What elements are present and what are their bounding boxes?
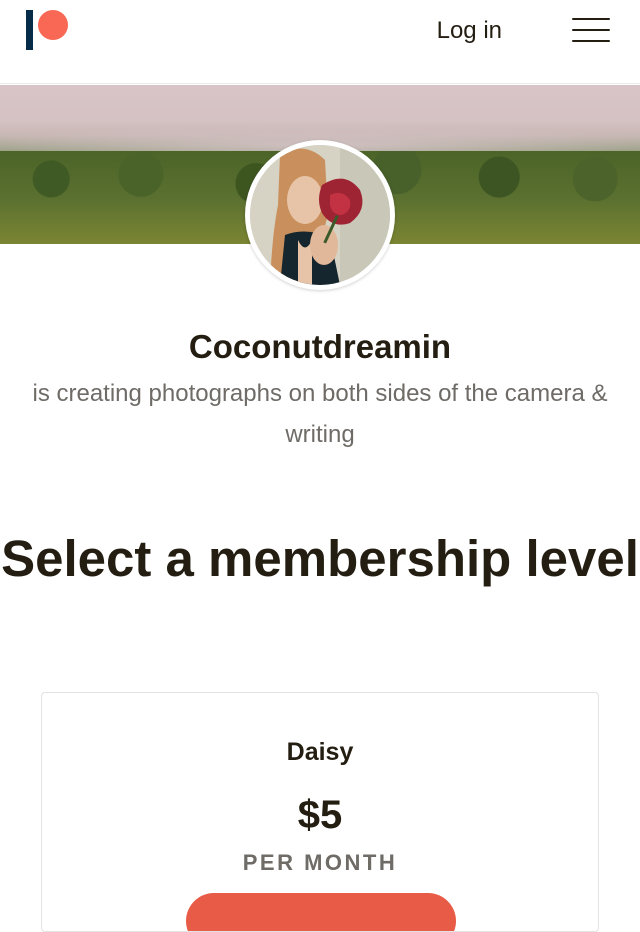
logo-bar (26, 10, 33, 50)
join-tier-button[interactable] (186, 893, 456, 931)
tier-name: Daisy (286, 738, 354, 766)
menu-line (572, 29, 610, 31)
creator-description: is creating photographs on both sides of… (32, 380, 608, 448)
tier-card: Daisy $5 PER MONTH (41, 692, 599, 932)
logo-circle (38, 10, 68, 40)
patreon-logo-icon[interactable] (26, 10, 70, 50)
hamburger-menu-icon[interactable] (572, 16, 610, 44)
tier-period: PER MONTH (242, 850, 398, 875)
tier-price: $5 (297, 793, 343, 837)
avatar-photo (250, 145, 390, 285)
membership-section-title: Select a membership level (1, 530, 639, 587)
creator-avatar[interactable] (245, 140, 395, 290)
login-link[interactable]: Log in (437, 14, 502, 48)
creator-name: Coconutdreamin (188, 328, 452, 365)
menu-line (572, 40, 610, 42)
menu-line (572, 18, 610, 20)
top-navigation-bar: Log in (0, 0, 640, 84)
